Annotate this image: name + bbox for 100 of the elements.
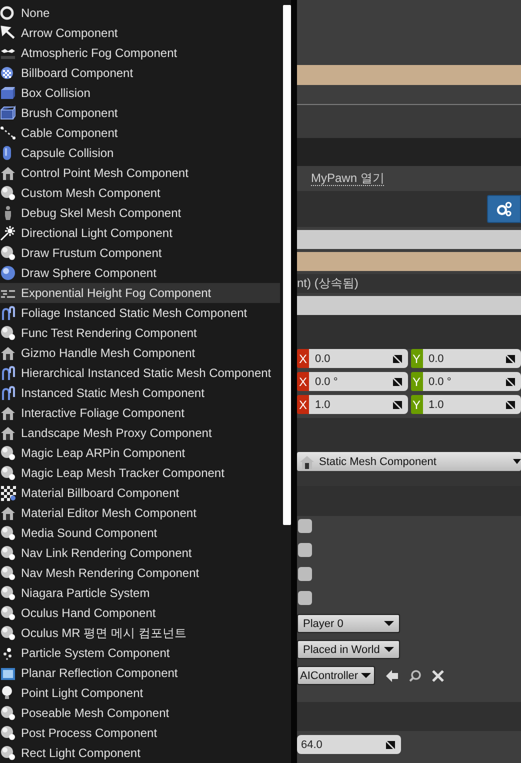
menu-item[interactable]: None xyxy=(0,3,280,23)
sphere-icon xyxy=(0,625,16,641)
menu-item[interactable]: Rect Light Component xyxy=(0,743,280,763)
menu-item[interactable]: Draw Frustum Component xyxy=(0,243,280,263)
arch-icon xyxy=(0,385,16,401)
menu-item[interactable]: Material Editor Mesh Component xyxy=(0,503,280,523)
sphere-icon xyxy=(0,545,16,561)
drag-handle-icon xyxy=(392,377,402,386)
menu-item[interactable]: Brush Component xyxy=(0,103,280,123)
open-link[interactable]: MyPawn 열기 xyxy=(311,172,384,186)
sphere-icon xyxy=(0,465,16,481)
drag-handle-icon xyxy=(392,354,402,363)
number-field[interactable]: 0.0 xyxy=(309,349,408,368)
menu-item[interactable]: Control Point Mesh Component xyxy=(0,163,280,183)
checkbox[interactable] xyxy=(298,543,312,557)
dropdown[interactable]: Player 0 xyxy=(297,614,400,633)
sphere-icon xyxy=(0,325,16,341)
menu-item[interactable]: Point Light Component xyxy=(0,683,280,703)
search-icon xyxy=(409,670,421,682)
menu-item[interactable]: Oculus MR 평면 메시 컴포넌트 xyxy=(0,623,280,643)
menu-item[interactable]: Billboard Component xyxy=(0,63,280,83)
axis-label: Y xyxy=(410,372,422,391)
menu-item[interactable]: Directional Light Component xyxy=(0,223,280,243)
scrollbar-thumb[interactable] xyxy=(283,5,291,525)
settings-icon xyxy=(496,201,512,217)
number-field[interactable]: 0.0 ° xyxy=(309,372,408,391)
axis-label: X xyxy=(297,372,309,391)
menu-item[interactable]: Arrow Component xyxy=(0,23,280,43)
settings-button[interactable] xyxy=(487,195,521,223)
arch-icon xyxy=(0,305,16,321)
axis-label: X xyxy=(297,395,309,414)
cube-icon xyxy=(0,85,16,101)
arrow-icon xyxy=(0,25,16,41)
menu-item[interactable]: Custom Mesh Component xyxy=(0,183,280,203)
menu-item[interactable]: Nav Mesh Rendering Component xyxy=(0,563,280,583)
menu-item[interactable]: Cable Component xyxy=(0,123,280,143)
menu-item[interactable]: Hierarchical Instanced Static Mesh Component xyxy=(0,363,280,383)
house-icon xyxy=(0,345,16,361)
menu-item[interactable]: Func Test Rendering Component xyxy=(0,323,280,343)
caret-icon xyxy=(384,647,394,652)
menu-item[interactable]: Planar Reflection Component xyxy=(0,663,280,683)
dotted-line-icon xyxy=(0,125,16,141)
sphere-icon xyxy=(0,445,16,461)
drag-handle-icon xyxy=(386,740,395,749)
checkbox[interactable] xyxy=(298,591,312,605)
menu-item[interactable]: Draw Sphere Component xyxy=(0,263,280,283)
sphere-icon xyxy=(0,705,16,721)
drag-handle-icon xyxy=(506,400,515,409)
menu-item[interactable]: Gizmo Handle Mesh Component xyxy=(0,343,280,363)
arrow-left-icon xyxy=(386,670,398,682)
drag-handle-icon xyxy=(506,377,515,386)
menu-item[interactable]: Material Billboard Component xyxy=(0,483,280,503)
checkbox[interactable] xyxy=(298,519,312,533)
menu-item[interactable]: Media Sound Component xyxy=(0,523,280,543)
menu-item[interactable]: Foliage Instanced Static Mesh Component xyxy=(0,303,280,323)
menu-item[interactable]: Magic Leap Mesh Tracker Component xyxy=(0,463,280,483)
menu-item[interactable]: Nav Link Rendering Component xyxy=(0,543,280,563)
sphere-icon xyxy=(0,585,16,601)
sphere-icon xyxy=(0,745,16,761)
dotted-ball-icon xyxy=(0,65,16,81)
dropdown[interactable]: Placed in World xyxy=(297,640,400,659)
menu-item[interactable]: Magic Leap ARPin Component xyxy=(0,443,280,463)
screen-icon xyxy=(0,665,16,681)
wire-cube-icon xyxy=(0,105,16,121)
menu-item[interactable]: Instanced Static Mesh Component xyxy=(0,383,280,403)
house-icon xyxy=(0,505,16,521)
number-field[interactable]: 1.0 xyxy=(422,395,521,414)
sphere-icon xyxy=(0,525,16,541)
sun-icon xyxy=(0,225,16,241)
sphere-icon xyxy=(0,245,16,261)
ring-icon xyxy=(0,5,16,21)
number-field[interactable]: 0.0 xyxy=(422,349,521,368)
sphere-icon xyxy=(0,265,16,281)
checkbox[interactable] xyxy=(298,567,312,581)
menu-item[interactable]: Exponential Height Fog Component xyxy=(0,283,280,303)
axis-label: Y xyxy=(410,349,422,368)
menu-item[interactable]: Atmospheric Fog Component xyxy=(0,43,280,63)
sphere-icon xyxy=(0,185,16,201)
menu-item[interactable]: Debug Skel Mesh Component xyxy=(0,203,280,223)
menu-item[interactable]: Capsule Collision xyxy=(0,143,280,163)
number-field[interactable]: 64.0 xyxy=(297,735,401,754)
house-icon xyxy=(299,454,315,470)
caret-icon xyxy=(361,673,371,678)
number-field[interactable]: 1.0 xyxy=(309,395,408,414)
number-field[interactable]: 0.0 ° xyxy=(422,372,521,391)
drag-handle-icon xyxy=(506,354,515,363)
caret-icon xyxy=(384,621,394,626)
component-dropdown[interactable]: Static Mesh Component xyxy=(297,452,521,471)
menu-item[interactable]: Post Process Component xyxy=(0,723,280,743)
menu-item[interactable]: Landscape Mesh Proxy Component xyxy=(0,423,280,443)
menu-item[interactable]: Niagara Particle System xyxy=(0,583,280,603)
dropdown[interactable]: AIController xyxy=(297,666,375,685)
menu-item[interactable]: Poseable Mesh Component xyxy=(0,703,280,723)
caret-icon xyxy=(513,459,521,464)
sphere-icon xyxy=(0,725,16,741)
menu-item[interactable]: Oculus Hand Component xyxy=(0,603,280,623)
menu-item[interactable]: Particle System Component xyxy=(0,643,280,663)
menu-item[interactable]: Interactive Foliage Component xyxy=(0,403,280,423)
checker-icon xyxy=(0,485,16,501)
menu-item[interactable]: Box Collision xyxy=(0,83,280,103)
